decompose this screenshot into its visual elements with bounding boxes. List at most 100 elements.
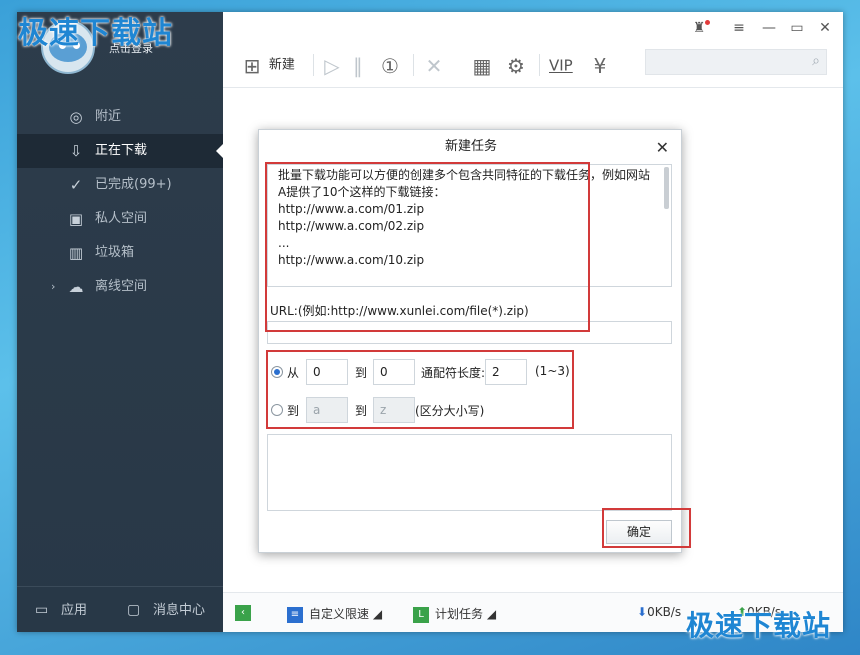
description-line: http://www.a.com/01.zip xyxy=(278,202,425,216)
lock-icon: ▣ xyxy=(68,210,84,228)
play-icon: ▷ xyxy=(324,53,340,78)
watermark-bottom: 极速下载站 xyxy=(686,609,832,642)
start-button[interactable]: ▷ xyxy=(319,52,345,78)
alpha-from-input[interactable]: a xyxy=(306,397,348,423)
new-task-label: 新建 xyxy=(268,57,295,73)
sidebar-item-offline[interactable]: › ☁ 离线空间 xyxy=(17,270,223,304)
close-icon[interactable]: ✕ xyxy=(815,20,835,36)
alpha-range-row: 到 a 到 z (区分大小写) xyxy=(271,397,671,423)
grid-button[interactable]: ▦ xyxy=(469,52,495,78)
apps-label: 应用 xyxy=(61,603,88,618)
location-icon: ◎ xyxy=(69,108,83,126)
search-icon: ⌕ xyxy=(812,53,820,69)
from-input[interactable]: 0 xyxy=(306,359,348,385)
url-label: URL:(例如:http://www.xunlei.com/file(*).zi… xyxy=(270,304,529,318)
speed-limit-button[interactable]: ≡ 自定义限速 ◢ xyxy=(287,605,382,623)
sidebar-item-downloading[interactable]: ⇩ 正在下载 xyxy=(17,134,223,168)
separator xyxy=(539,54,540,76)
chevron-left-icon: ‹ xyxy=(235,605,251,621)
description-line: http://www.a.com/02.zip xyxy=(278,219,425,233)
check-circle-icon: ✓ xyxy=(69,176,83,194)
numeric-range-row: 从 0 到 0 通配符长度: 2 (1~3) xyxy=(271,359,671,385)
gear-icon: ⚙ xyxy=(507,53,525,78)
vip-button[interactable]: VIP xyxy=(549,52,573,78)
new-task-button[interactable]: ⊞ 新建 xyxy=(239,52,295,78)
sidebar-item-trash[interactable]: ▥ 垃圾箱 xyxy=(17,236,223,270)
message-center-button[interactable]: ▢ 消息中心 xyxy=(127,599,205,618)
separator xyxy=(413,54,414,76)
description-line: ... xyxy=(278,236,290,250)
dialog-close-icon[interactable]: ✕ xyxy=(656,138,669,157)
pause-button[interactable]: ∥ xyxy=(345,52,371,78)
description-line: http://www.a.com/10.zip xyxy=(278,253,425,267)
speed-button[interactable]: ① xyxy=(377,52,403,78)
coin-icon: ¥ xyxy=(593,53,607,78)
vip-label: VIP xyxy=(549,56,573,75)
wildcard-range-hint: (1~3) xyxy=(535,364,570,378)
watermark-top: 极速下载站 xyxy=(18,16,173,51)
speed-icon: ① xyxy=(381,53,399,78)
chevron-right-icon[interactable]: › xyxy=(51,270,55,304)
download-speed: ⬇0KB/s xyxy=(637,605,681,619)
sidebar-item-label: 垃圾箱 xyxy=(95,245,135,260)
sidebar-footer: ▭ 应用 ▢ 消息中心 xyxy=(17,586,223,632)
from-label: 从 xyxy=(287,366,300,380)
sidebar-item-label: 正在下载 xyxy=(95,143,148,158)
sidebar-item-nearby[interactable]: ◎ 附近 xyxy=(17,100,223,134)
sidebar-nav: ◎ 附近 ⇩ 正在下载 ✓ 已完成(99+) ▣ 私人空间 ▥ 垃圾箱 › ☁ xyxy=(17,100,223,304)
chat-icon: ▢ xyxy=(127,602,141,618)
wildcard-length-label: 通配符长度: xyxy=(421,366,486,380)
download-icon: ⇩ xyxy=(69,142,83,160)
menu-icon[interactable]: ≡ xyxy=(729,20,749,36)
sidebar: 点击登录 ◎ 附近 ⇩ 正在下载 ✓ 已完成(99+) ▣ 私人空间 ▥ 垃圾箱 xyxy=(17,12,223,632)
sidebar-item-private[interactable]: ▣ 私人空间 xyxy=(17,202,223,236)
pause-icon: ∥ xyxy=(353,53,363,78)
maximize-icon[interactable]: ▭ xyxy=(787,20,807,36)
download-speed-value: 0KB/s xyxy=(647,605,682,619)
case-sensitive-note: (区分大小写) xyxy=(415,404,485,418)
numeric-radio[interactable] xyxy=(271,366,283,378)
sidebar-item-label: 私人空间 xyxy=(95,211,148,226)
message-center-label: 消息中心 xyxy=(153,603,206,618)
description-line: A提供了10个这样的下载链接： xyxy=(278,185,446,199)
search-input[interactable]: ⌕ xyxy=(645,49,827,75)
wildcard-length-input[interactable]: 2 xyxy=(485,359,527,385)
cloud-icon: ☁ xyxy=(68,278,84,296)
sidebar-item-label: 附近 xyxy=(95,109,122,124)
scrollbar-thumb[interactable] xyxy=(664,167,669,209)
speed-limit-label: 自定义限速 xyxy=(309,607,370,621)
apps-button[interactable]: ▭ 应用 xyxy=(35,599,87,618)
delete-button[interactable]: ✕ xyxy=(421,52,447,78)
generated-urls-list[interactable] xyxy=(267,434,672,511)
schedule-label: 计划任务 xyxy=(435,607,484,621)
settings-button[interactable]: ⚙ xyxy=(503,52,529,78)
toolbar: ♜ ≡ — ▭ ✕ ⊞ 新建 ▷ ∥ ① ✕ ▦ ⚙ VIP ¥ ⌕ xyxy=(223,12,843,88)
delete-icon: ✕ xyxy=(425,53,443,78)
alpha-radio[interactable] xyxy=(271,404,283,416)
alpha-to-input[interactable]: z xyxy=(373,397,415,423)
sidebar-item-label: 已完成(99+) xyxy=(95,177,172,192)
to-input[interactable]: 0 xyxy=(373,359,415,385)
new-file-icon: ⊞ xyxy=(243,53,261,78)
collapse-button[interactable]: ‹ xyxy=(235,605,257,621)
minimize-icon[interactable]: — xyxy=(759,20,779,36)
alpha-to-label: 到 xyxy=(355,404,368,418)
to-label: 到 xyxy=(355,366,368,380)
notification-dot xyxy=(705,20,710,25)
download-arrow-icon: ⬇ xyxy=(637,605,648,619)
schedule-icon: L xyxy=(413,606,429,623)
url-input[interactable] xyxy=(267,321,672,344)
apps-icon: ▭ xyxy=(35,602,49,618)
ok-button[interactable]: 确定 xyxy=(606,520,672,544)
description-line: 批量下载功能可以方便的创建多个包含共同特征的下载任务，例如网站 xyxy=(278,168,651,182)
new-task-dialog: 新建任务 ✕ 批量下载功能可以方便的创建多个包含共同特征的下载任务，例如网站 A… xyxy=(258,129,682,553)
grid-icon: ▦ xyxy=(472,53,492,78)
schedule-button[interactable]: L 计划任务 ◢ xyxy=(413,605,496,623)
alpha-from-label: 到 xyxy=(287,404,300,418)
sidebar-item-label: 离线空间 xyxy=(95,279,148,294)
batch-url-textarea[interactable]: 批量下载功能可以方便的创建多个包含共同特征的下载任务，例如网站 A提供了10个这… xyxy=(267,164,672,287)
separator xyxy=(313,54,314,76)
speed-limit-icon: ≡ xyxy=(287,606,303,623)
sidebar-item-completed[interactable]: ✓ 已完成(99+) xyxy=(17,168,223,202)
coin-button[interactable]: ¥ xyxy=(587,52,613,78)
